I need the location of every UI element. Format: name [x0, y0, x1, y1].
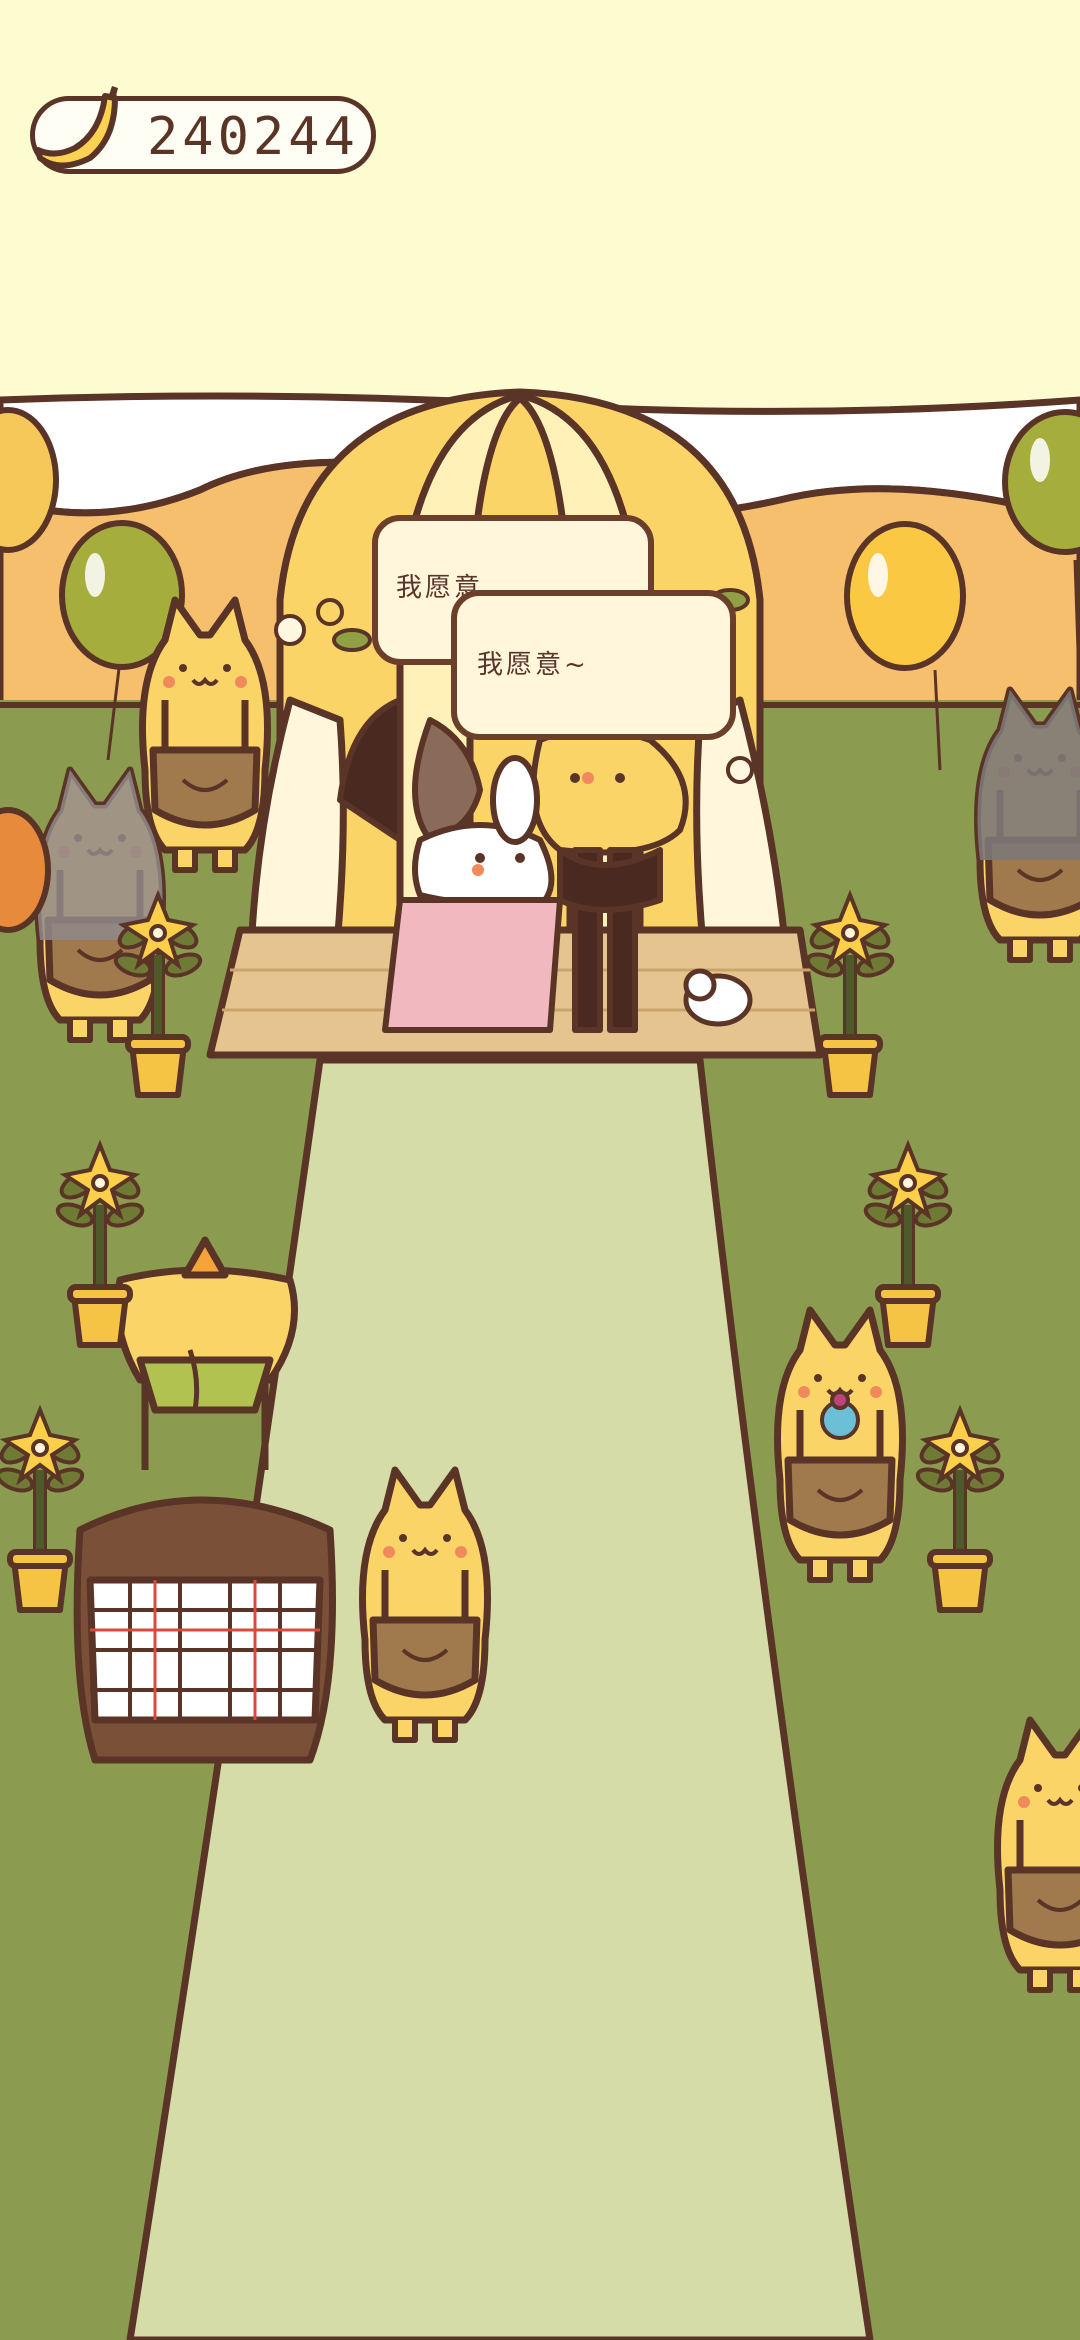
banana-icon — [35, 86, 118, 169]
banana-count: 240244 — [147, 107, 359, 167]
wedding-scene — [0, 0, 1080, 2340]
speech-bubble-bride: 我愿意~ — [451, 590, 736, 740]
speech-text-bride: 我愿意~ — [477, 650, 589, 680]
